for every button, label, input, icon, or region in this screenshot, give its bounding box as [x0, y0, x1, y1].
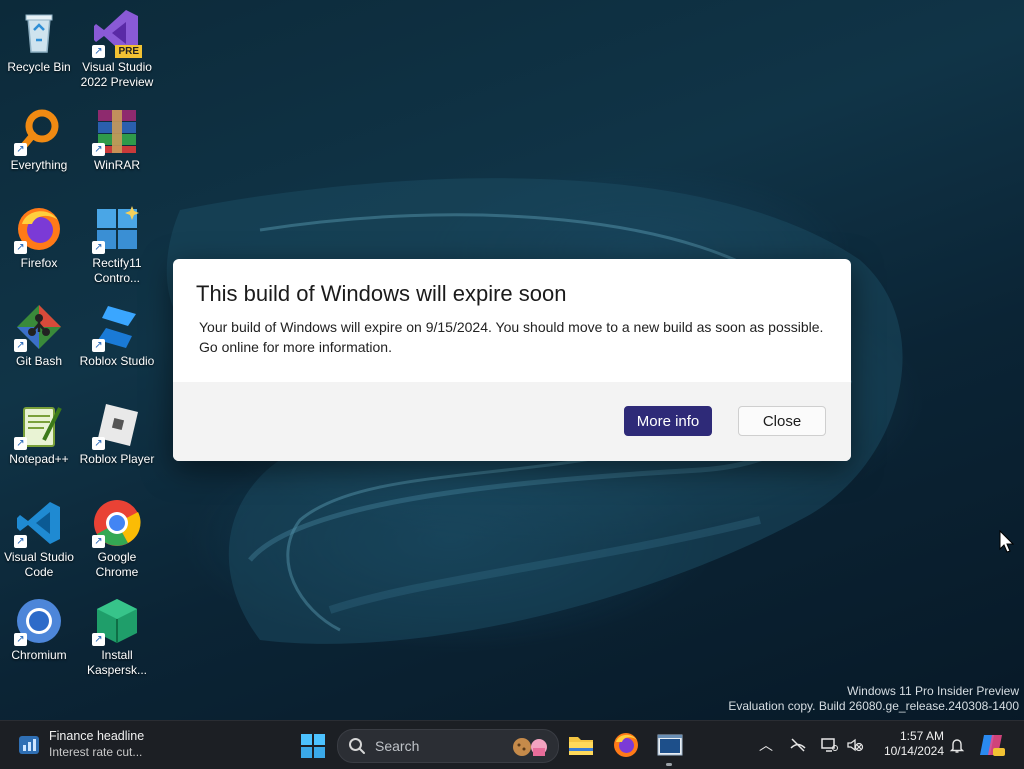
vscode-icon: ↗: [14, 498, 64, 548]
firefox-icon[interactable]: [611, 730, 641, 760]
roblox-player-icon: ↗: [92, 400, 142, 450]
clock-time: 1:57 AM: [899, 729, 944, 743]
desktop-icon-chromium[interactable]: ↗ Chromium: [0, 596, 78, 663]
chrome-icon: ↗: [92, 498, 142, 548]
search-icon: [349, 738, 365, 754]
shortcut-arrow-icon: ↗: [92, 241, 105, 254]
dialog-message: Your build of Windows will expire on 9/1…: [199, 319, 824, 355]
shortcut-arrow-icon: ↗: [92, 633, 105, 646]
everything-search-icon: ↗: [14, 106, 64, 156]
shortcut-arrow-icon: ↗: [14, 633, 27, 646]
desktop-icon-visual-studio-preview[interactable]: ↗ PRE Visual Studio 2022 Preview: [78, 8, 156, 90]
watermark-build: Evaluation copy. Build 26080.ge_release.…: [728, 699, 1019, 713]
desktop-icon-recycle-bin[interactable]: Recycle Bin: [0, 8, 78, 75]
desktop-icon-label: Git Bash: [15, 354, 63, 368]
desktop-icon-label: Roblox Studio: [79, 354, 155, 368]
desktop-icon-label: Visual Studio Code: [4, 550, 74, 579]
dialog-title: This build of Windows will expire soon: [196, 281, 567, 306]
shortcut-arrow-icon: ↗: [92, 339, 105, 352]
shortcut-arrow-icon: ↗: [92, 143, 105, 156]
roblox-studio-icon: ↗: [92, 302, 142, 352]
notepad-plus-plus-icon: ↗: [14, 400, 64, 450]
desktop-icon-label: Firefox: [20, 256, 58, 270]
shortcut-arrow-icon: ↗: [14, 437, 27, 450]
mouse-cursor-icon: [999, 530, 1015, 553]
desktop-icon-roblox-studio[interactable]: ↗ Roblox Studio: [78, 302, 156, 369]
running-app-indicator: [666, 763, 672, 766]
display-icon[interactable]: [820, 737, 838, 753]
desktop-icon-winrar[interactable]: ↗ WinRAR: [78, 106, 156, 173]
desktop-icon-everything[interactable]: ↗ Everything: [0, 106, 78, 173]
search-highlight-art-icon: [513, 738, 547, 756]
dialog-footer: More info Close: [173, 382, 851, 461]
desktop-icon-git-bash[interactable]: ↗ Git Bash: [0, 302, 78, 369]
desktop-icon-label: Install Kaspersk...: [86, 648, 148, 677]
desktop-icon-label: Recycle Bin: [7, 60, 71, 74]
desktop-icon-label: Everything: [10, 158, 68, 172]
git-bash-icon: ↗: [14, 302, 64, 352]
search-placeholder: Search: [375, 738, 420, 754]
desktop-icon-label: Google Chrome: [95, 550, 139, 579]
clock-date: 10/14/2024: [883, 744, 944, 758]
chevron-up-icon[interactable]: ︿: [757, 737, 775, 753]
desktop-icon-roblox-player[interactable]: ↗ Roblox Player: [78, 400, 156, 467]
taskbar: Finance headline Interest rate cut... Se…: [0, 720, 1024, 769]
shortcut-arrow-icon: ↗: [92, 535, 105, 548]
desktop-icon-firefox[interactable]: ↗ Firefox: [0, 204, 78, 271]
notification-bell-icon[interactable]: [948, 737, 966, 753]
shortcut-arrow-icon: ↗: [14, 241, 27, 254]
more-info-button[interactable]: More info: [624, 406, 712, 436]
desktop-icon-vscode[interactable]: ↗ Visual Studio Code: [0, 498, 78, 580]
shortcut-arrow-icon: ↗: [92, 437, 105, 450]
shortcut-arrow-icon: ↗: [14, 143, 27, 156]
volume-muted-icon[interactable]: [846, 737, 864, 753]
desktop-icon-label: Chromium: [11, 648, 67, 662]
chromium-icon: ↗: [14, 596, 64, 646]
kaspersky-icon: ↗: [92, 596, 142, 646]
widget-subtitle: Interest rate cut...: [49, 745, 143, 759]
desktop-icon-notepad-plus-plus[interactable]: ↗ Notepad++: [0, 400, 78, 467]
desktop-icon-label: Notepad++: [9, 452, 69, 466]
shortcut-arrow-icon: ↗: [14, 339, 27, 352]
watermark-edition: Windows 11 Pro Insider Preview: [847, 684, 1019, 698]
active-window-icon[interactable]: [655, 730, 685, 760]
file-explorer-icon[interactable]: [566, 730, 596, 760]
taskbar-search-box[interactable]: Search: [337, 729, 559, 763]
copilot-icon[interactable]: [978, 731, 1006, 759]
preview-badge: PRE: [115, 45, 142, 58]
desktop-icon-chrome[interactable]: ↗ Google Chrome: [78, 498, 156, 580]
visual-studio-preview-icon: ↗ PRE: [92, 8, 142, 58]
desktop-icon-label: Rectify11 Contro...: [92, 256, 142, 285]
desktop-icon-kaspersky[interactable]: ↗ Install Kaspersk...: [78, 596, 156, 678]
widgets-button[interactable]: Finance headline Interest rate cut...: [18, 727, 178, 763]
network-off-icon[interactable]: [789, 737, 807, 753]
widget-title: Finance headline: [49, 729, 145, 743]
desktop-icon-label: WinRAR: [93, 158, 140, 172]
winrar-icon: ↗: [92, 106, 142, 156]
firefox-icon: ↗: [14, 204, 64, 254]
desktop-icon-label: Visual Studio 2022 Preview: [80, 60, 154, 89]
start-button-windows-icon[interactable]: [300, 733, 326, 759]
rectify11-icon: ↗: [92, 204, 142, 254]
desktop-icon-rectify11[interactable]: ↗ Rectify11 Contro...: [78, 204, 156, 286]
recycle-bin-icon: [14, 8, 64, 58]
shortcut-arrow-icon: ↗: [14, 535, 27, 548]
desktop-icon-label: Roblox Player: [79, 452, 155, 466]
expiration-dialog: This build of Windows will expire soon Y…: [173, 259, 851, 461]
shortcut-arrow-icon: ↗: [92, 45, 105, 58]
taskbar-clock[interactable]: 1:57 AM 10/14/2024: [872, 729, 944, 759]
close-button[interactable]: Close: [738, 406, 826, 436]
evaluation-watermark: Windows 11 Pro Insider Preview Evaluatio…: [728, 684, 1019, 714]
finance-widget-icon: [19, 736, 39, 754]
